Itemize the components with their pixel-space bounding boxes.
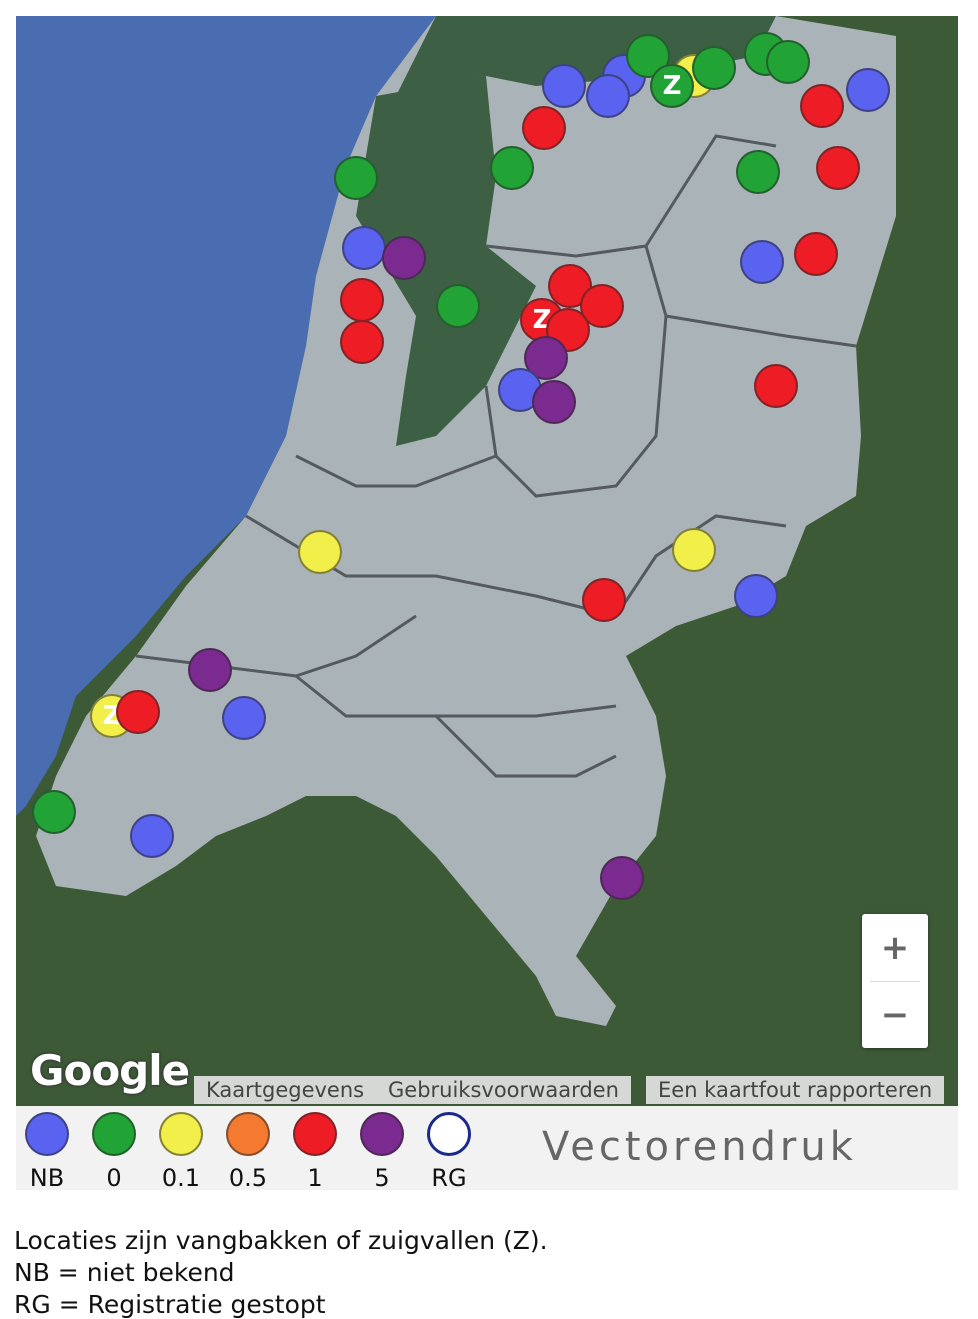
map-view[interactable]: ZZZ + − Google Kaartgegevens Gebruiksvoo… [16,16,958,1106]
location-marker[interactable] [340,278,384,322]
location-marker[interactable] [222,696,266,740]
location-marker[interactable] [586,74,630,118]
location-marker[interactable] [116,690,160,734]
location-marker[interactable] [600,856,644,900]
map-data-link[interactable]: Kaartgegevens [194,1076,377,1104]
legend-item: 1 [286,1112,344,1192]
legend-label: 0.1 [161,1164,201,1192]
location-marker[interactable] [740,240,784,284]
legend-item: 0.1 [152,1112,210,1192]
location-marker[interactable] [542,64,586,108]
zoom-divider [870,981,920,982]
location-marker[interactable] [382,236,426,280]
location-marker[interactable] [342,226,386,270]
location-marker[interactable] [340,320,384,364]
zoom-control: + − [862,914,928,1048]
legend-label: 0 [106,1164,122,1192]
legend: NB 0 0.1 0.5 1 5 RG Vectorendruk [16,1106,958,1192]
terms-link[interactable]: Gebruiksvoorwaarden [376,1076,631,1104]
legend-label: NB [29,1164,65,1192]
legend-item: 0 [85,1112,143,1192]
legend-label: 0.5 [228,1164,268,1192]
legend-swatch [293,1112,337,1156]
legend-swatch [92,1112,136,1156]
location-marker[interactable] [582,578,626,622]
location-marker[interactable] [436,284,480,328]
zoom-out-button[interactable]: − [862,981,928,1048]
legend-item: 0.5 [219,1112,277,1192]
google-logo: Google [30,1046,190,1095]
note-nb: NB = niet bekend [14,1258,235,1287]
map-base-layer [16,16,896,1026]
location-marker[interactable] [298,530,342,574]
location-marker[interactable] [754,364,798,408]
report-error-link[interactable]: Een kaartfout rapporteren [646,1076,945,1104]
location-marker[interactable] [794,232,838,276]
location-marker[interactable] [522,106,566,150]
legend-swatch [360,1112,404,1156]
zoom-in-button[interactable]: + [862,914,928,981]
legend-swatch [25,1112,69,1156]
legend-swatch [427,1112,471,1156]
legend-label: 1 [307,1164,323,1192]
location-marker[interactable] [532,380,576,424]
location-marker[interactable] [736,150,780,194]
legend-swatch [226,1112,270,1156]
location-marker[interactable] [800,84,844,128]
legend-item: RG [420,1112,478,1192]
suction-trap-marker[interactable]: Z [650,64,694,108]
location-marker[interactable] [692,46,736,90]
location-marker[interactable] [734,574,778,618]
legend-label: RG [431,1164,467,1192]
location-marker[interactable] [672,528,716,572]
location-marker[interactable] [32,790,76,834]
legend-item: 5 [353,1112,411,1192]
location-marker[interactable] [846,68,890,112]
legend-title: Vectorendruk [542,1124,857,1170]
legend-swatch [159,1112,203,1156]
note-locations: Locaties zijn vangbakken of zuigvallen (… [14,1226,548,1255]
location-marker[interactable] [766,40,810,84]
legend-item: NB [18,1112,76,1192]
location-marker[interactable] [816,146,860,190]
location-marker[interactable] [334,156,378,200]
location-marker[interactable] [490,146,534,190]
note-rg: RG = Registratie gestopt [14,1290,326,1319]
legend-label: 5 [374,1164,390,1192]
location-marker[interactable] [188,648,232,692]
location-marker[interactable] [130,814,174,858]
